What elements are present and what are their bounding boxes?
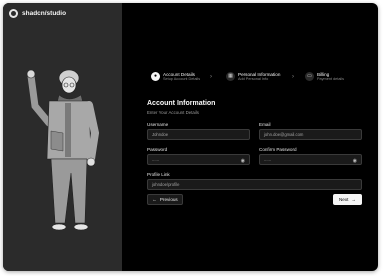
waving-person-illustration [26, 69, 100, 231]
username-label: Username [147, 122, 169, 127]
arrow-left-icon: ← [152, 197, 157, 202]
password-label: Password [147, 147, 168, 152]
user-icon: ● [151, 72, 160, 81]
profile-link-field[interactable]: johndoe/profile [147, 179, 362, 190]
step-account-details[interactable]: ● Account Details Setup Account Details [151, 72, 200, 82]
app-window: shadcn/studio ● Account Details Setup Ac… [3, 3, 378, 271]
page-title: Account Information [147, 100, 216, 107]
password-value: ...... [152, 157, 159, 162]
page-subtitle: Enter Your Account Details [147, 110, 199, 115]
step-description: Payment details [317, 77, 345, 81]
confirm-password-value: ...... [264, 157, 271, 162]
step-description: Add Personal Info [238, 77, 269, 81]
stepper: ● Account Details Setup Account Details … [148, 72, 368, 88]
brand: shadcn/studio [9, 9, 66, 18]
username-field[interactable]: Johndoe [147, 129, 250, 140]
brand-name: shadcn/studio [22, 10, 67, 17]
profile-link-label: Profile Link [147, 172, 170, 177]
eye-icon[interactable]: ◉ [241, 158, 245, 164]
previous-button[interactable]: ← Previous [147, 194, 183, 205]
eye-icon[interactable]: ◉ [353, 158, 357, 164]
email-value: john.doe@gmail.com [264, 132, 304, 137]
logo-icon [9, 9, 18, 18]
email-field[interactable]: john.doe@gmail.com [259, 129, 362, 140]
profile-link-value: johndoe/profile [152, 182, 180, 187]
step-personal-information[interactable]: ▦ Personal Information Add Personal Info [226, 72, 280, 82]
arrow-right-icon: → [351, 197, 357, 202]
chevron-right-icon: › [210, 74, 212, 80]
step-description: Setup Account Details [163, 77, 201, 81]
email-label: Email [259, 122, 271, 127]
illustration-panel: shadcn/studio [3, 3, 122, 271]
previous-label: Previous [159, 197, 178, 202]
id-card-icon: ▦ [226, 72, 235, 81]
credit-card-icon: ▭ [305, 72, 314, 81]
password-field[interactable]: ...... ◉ [147, 154, 250, 165]
form-panel: ● Account Details Setup Account Details … [122, 3, 378, 271]
chevron-right-icon: › [292, 74, 294, 80]
confirm-password-field[interactable]: ...... ◉ [259, 154, 362, 165]
next-label: Next [338, 197, 349, 202]
next-button[interactable]: Next → [333, 194, 362, 205]
confirm-password-label: Confirm Password [259, 147, 297, 152]
step-billing[interactable]: ▭ Billing Payment details [305, 72, 344, 82]
username-value: Johndoe [152, 132, 169, 137]
